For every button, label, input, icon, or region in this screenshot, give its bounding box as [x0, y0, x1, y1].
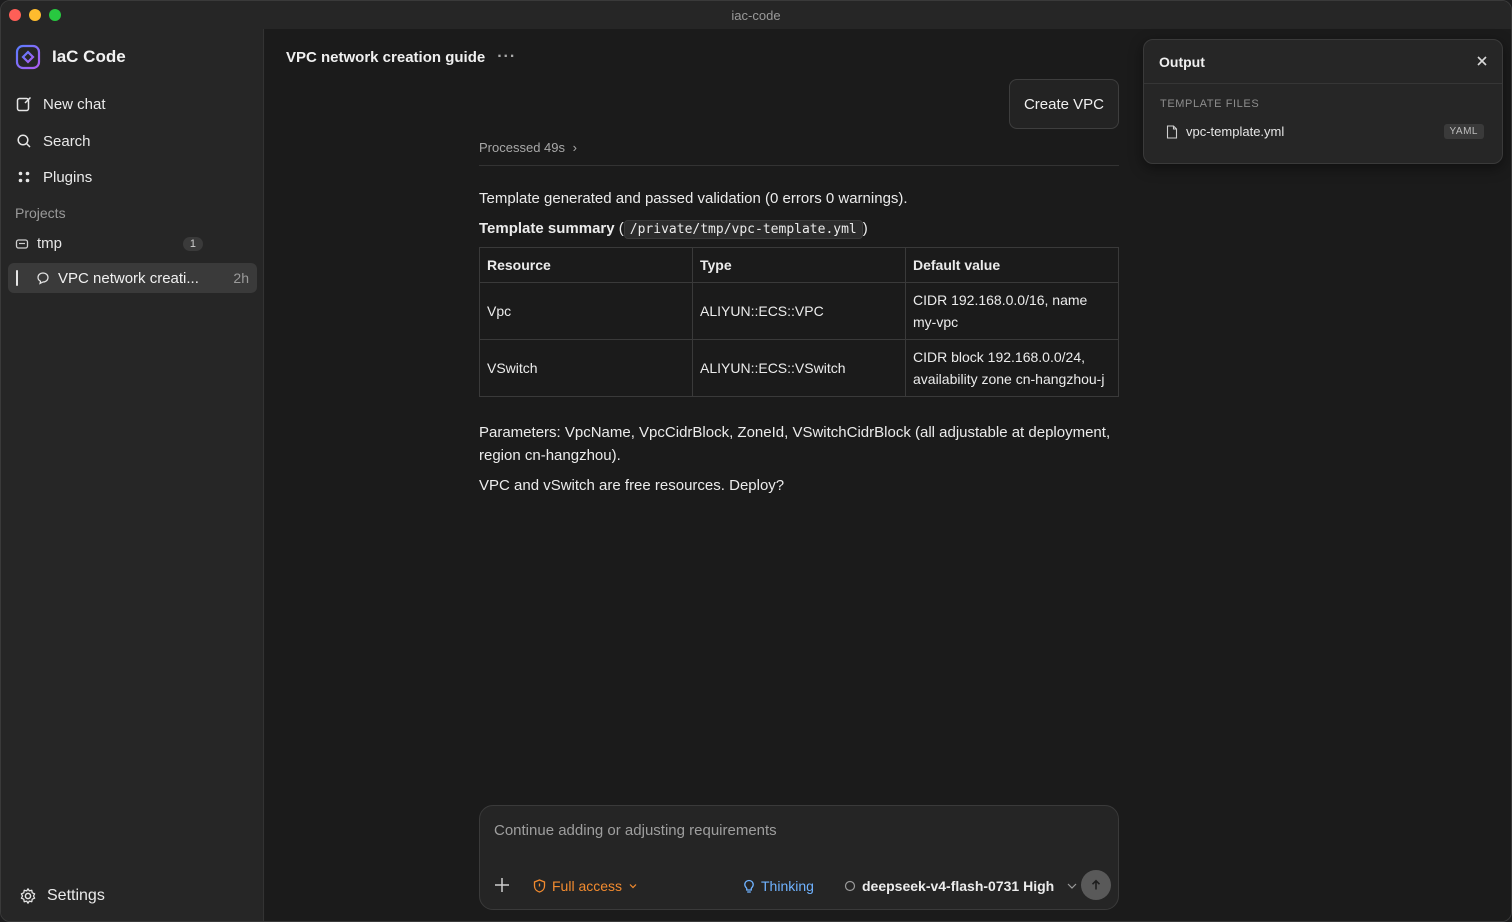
chevron-down-icon	[1067, 883, 1077, 889]
plus-icon	[495, 878, 509, 892]
output-panel-title: Output	[1159, 53, 1205, 70]
template-files-section-label: TEMPLATE FILES	[1160, 98, 1260, 110]
window-title: iac-code	[731, 7, 781, 23]
table-cell: ALIYUN::ECS::VSwitch	[692, 339, 906, 397]
conversation-header: VPC network creation guide ···	[286, 48, 516, 66]
plugins-button[interactable]: Plugins	[15, 166, 92, 188]
table-row: Vpc ALIYUN::ECS::VPC CIDR 192.168.0.0/16…	[479, 282, 1119, 340]
plugins-label: Plugins	[43, 168, 93, 186]
chat-item-vpc-network[interactable]: VPC network creati... 2h	[8, 263, 257, 293]
deploy-question-message: VPC and vSwitch are free resources. Depl…	[479, 477, 785, 494]
gear-icon	[20, 888, 36, 904]
processed-status-toggle[interactable]: Processed 49s ›	[479, 140, 577, 155]
project-chat-count-badge: 1	[182, 236, 203, 251]
parameters-message: Parameters: VpcName, VpcCidrBlock, ZoneI…	[479, 424, 1111, 464]
table-cell: VSwitch	[479, 339, 693, 397]
search-button[interactable]: Search	[15, 130, 91, 152]
access-level-label: Full access	[552, 878, 623, 894]
close-output-panel-button[interactable]	[1477, 53, 1487, 71]
create-vpc-message: Create VPC	[1009, 79, 1119, 129]
app-window: iac-code IaC Code New chat Search Plugin…	[0, 0, 1512, 922]
arrow-up-icon	[1091, 879, 1101, 890]
shield-icon	[533, 879, 546, 893]
template-summary-table: Resource Type Default value Vpc ALIYUN::…	[479, 247, 1119, 397]
iac-code-logo-icon	[15, 44, 41, 70]
plugins-icon	[18, 171, 30, 183]
settings-label: Settings	[47, 887, 105, 904]
output-panel-header: Output	[1144, 40, 1502, 84]
conversation-title: VPC network creation guide	[286, 48, 486, 66]
new-chat-label: New chat	[43, 95, 106, 113]
lightbulb-icon	[744, 879, 754, 893]
active-indicator	[16, 270, 18, 286]
model-selector-dropdown[interactable]: deepseek-v4-flash-0731 High	[844, 878, 1078, 894]
maximize-window-button[interactable]	[49, 9, 61, 21]
table-header-row: Resource Type Default value	[479, 247, 1119, 283]
sidebar: IaC Code New chat Search Plugins Project…	[1, 29, 264, 921]
column-header-resource: Resource	[479, 247, 693, 283]
table-cell: CIDR 192.168.0.0/16, name my-vpc	[905, 282, 1119, 340]
output-file-name: vpc-template.yml	[1186, 124, 1285, 139]
column-header-default-value: Default value	[905, 247, 1119, 283]
chat-bubble-icon	[37, 272, 49, 285]
new-chat-button[interactable]: New chat	[15, 93, 106, 115]
minimize-window-button[interactable]	[29, 9, 41, 21]
more-options-button[interactable]: ···	[497, 48, 516, 66]
chat-timestamp: 2h	[233, 270, 249, 286]
message-input[interactable]	[494, 822, 1094, 839]
folder-icon	[15, 238, 29, 249]
close-icon	[1477, 55, 1487, 66]
template-summary-line: Template summary (/private/tmp/vpc-templ…	[479, 217, 1119, 241]
send-button[interactable]	[1081, 870, 1111, 900]
model-status-icon	[844, 880, 856, 892]
file-icon	[1166, 124, 1178, 139]
file-type-badge: YAML	[1443, 124, 1484, 139]
summary-close-paren: )	[862, 220, 868, 237]
validation-message: Template generated and passed validation…	[479, 190, 908, 207]
title-bar: iac-code	[1, 1, 1511, 29]
output-file-item[interactable]: vpc-template.yml YAML	[1166, 124, 1484, 139]
message-composer: Full access Thinking deepseek-v4-flash-0…	[479, 805, 1119, 910]
window-controls	[9, 9, 61, 21]
table-cell: Vpc	[479, 282, 693, 340]
output-panel: Output TEMPLATE FILES vpc-template.yml Y…	[1143, 39, 1503, 164]
model-label: deepseek-v4-flash-0731 High	[862, 878, 1055, 894]
template-path-code: /private/tmp/vpc-template.yml	[623, 220, 863, 239]
search-icon	[17, 134, 31, 148]
project-name: tmp	[37, 235, 63, 252]
column-header-type: Type	[692, 247, 906, 283]
thinking-toggle[interactable]: Thinking	[743, 878, 814, 894]
add-attachment-button[interactable]	[493, 876, 511, 897]
projects-section-label: Projects	[15, 205, 66, 221]
processed-label: Processed 49s	[479, 140, 565, 155]
close-window-button[interactable]	[9, 9, 21, 21]
table-cell: CIDR block 192.168.0.0/24, availability …	[905, 339, 1119, 397]
access-level-dropdown[interactable]: Full access	[533, 878, 638, 894]
search-label: Search	[43, 132, 91, 150]
thinking-label: Thinking	[761, 878, 814, 894]
table-cell: ALIYUN::ECS::VPC	[692, 282, 906, 340]
project-item-tmp[interactable]: tmp 1	[15, 235, 203, 252]
new-chat-icon	[16, 96, 32, 112]
chat-title: VPC network creati...	[58, 269, 199, 287]
template-summary-label: Template summary	[479, 220, 615, 237]
brand: IaC Code	[14, 43, 126, 71]
divider	[479, 165, 1119, 166]
table-row: VSwitch ALIYUN::ECS::VSwitch CIDR block …	[479, 339, 1119, 397]
settings-button[interactable]: Settings	[19, 887, 105, 905]
chevron-right-icon: ›	[572, 140, 577, 155]
brand-name: IaC Code	[52, 47, 126, 66]
chevron-down-icon	[629, 884, 637, 889]
